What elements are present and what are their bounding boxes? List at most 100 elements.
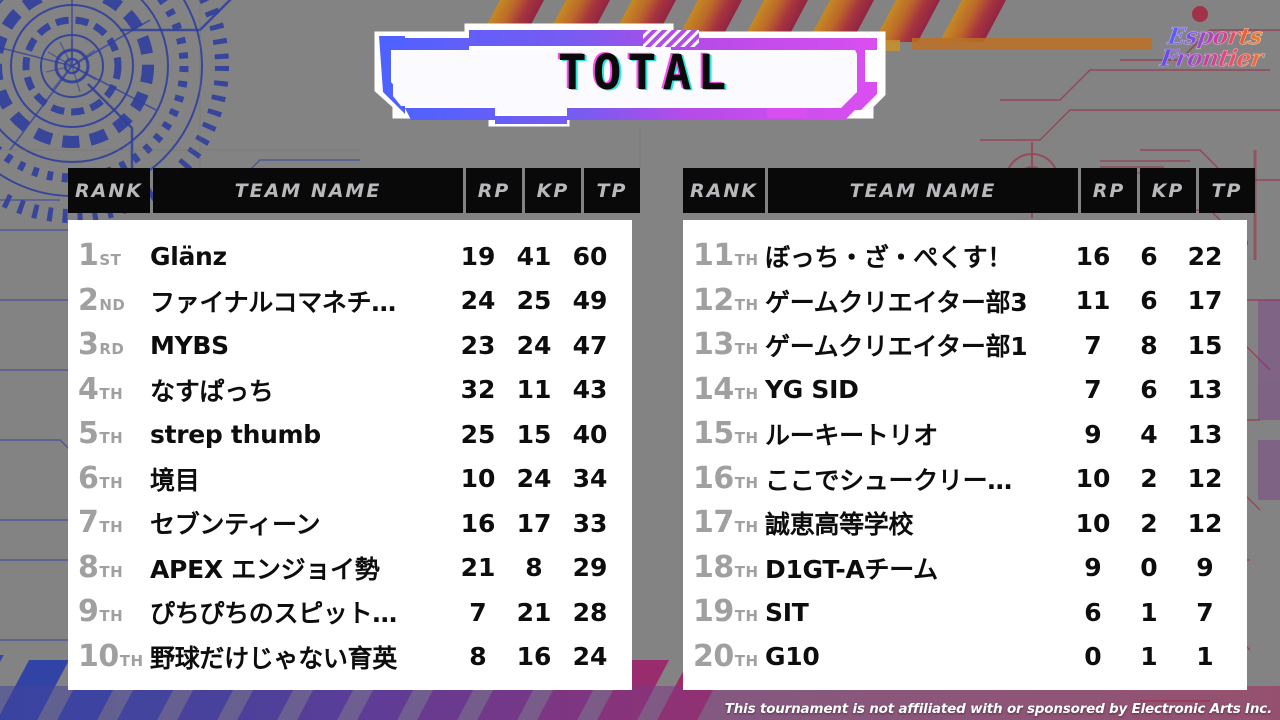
team-name-cell: APEX エンジョイ勢 bbox=[150, 554, 380, 584]
column-header-kp: KP bbox=[525, 168, 581, 213]
team-name-cell: ゲームクリエイター部1 bbox=[765, 332, 1028, 362]
rp-cell: 6 bbox=[1084, 597, 1102, 627]
rank-cell: 18 TH bbox=[693, 552, 765, 583]
rp-cell: 32 bbox=[460, 375, 496, 405]
team-name-cell: ルーキートリオ bbox=[765, 421, 938, 451]
team-name-cell: 境目 bbox=[150, 465, 200, 495]
leaderboard-right: RANK TEAM NAME RP KP TP 11 TH ぼっち・ざ・ぺくす！ 16… bbox=[683, 168, 1255, 690]
rp-cell: 19 bbox=[460, 241, 496, 271]
tp-cell: 13 bbox=[1187, 375, 1223, 405]
rank-cell: 8 TH bbox=[78, 549, 150, 585]
rp-cell: 7 bbox=[1084, 375, 1102, 405]
tp-cell: 28 bbox=[572, 597, 608, 627]
rank-ordinal: TH bbox=[99, 518, 124, 537]
rank-number: 15 bbox=[693, 416, 734, 452]
kp-cell: 8 bbox=[525, 553, 543, 583]
disclaimer-text: This tournament is not affiliated with o… bbox=[724, 701, 1272, 717]
tp-cell: 47 bbox=[572, 330, 608, 360]
rank-ordinal: TH bbox=[734, 340, 759, 359]
rank-number: 1 bbox=[78, 238, 99, 274]
kp-cell: 6 bbox=[1140, 375, 1158, 405]
rank-cell: 9 TH bbox=[78, 597, 150, 627]
team-name-cell: ぴちぴちのスピット… bbox=[150, 599, 398, 629]
rank-cell: 14 TH bbox=[693, 374, 765, 405]
table-row: 14 TH YG SID 7 6 13 bbox=[683, 368, 1247, 413]
rank-number: 9 bbox=[78, 594, 99, 630]
rank-ordinal: TH bbox=[734, 518, 759, 537]
rank-ordinal: TH bbox=[734, 562, 759, 581]
tp-cell: 22 bbox=[1187, 241, 1223, 271]
rp-cell: 7 bbox=[1084, 330, 1102, 360]
rank-ordinal: TH bbox=[99, 607, 124, 626]
rp-cell: 16 bbox=[1075, 241, 1111, 271]
rank-ordinal: TH bbox=[734, 251, 759, 270]
rp-cell: 23 bbox=[460, 330, 496, 360]
tp-cell: 17 bbox=[1187, 286, 1223, 316]
table-row: 8 TH APEX エンジョイ勢 21 8 29 bbox=[68, 546, 632, 591]
rp-cell: 7 bbox=[469, 597, 487, 627]
tp-cell: 29 bbox=[572, 553, 608, 583]
rank-cell: 15 TH bbox=[693, 419, 765, 449]
kp-cell: 24 bbox=[516, 464, 552, 494]
rp-cell: 9 bbox=[1084, 419, 1102, 449]
rank-ordinal: ST bbox=[99, 251, 122, 270]
rp-cell: 10 bbox=[1075, 508, 1111, 538]
kp-cell: 24 bbox=[516, 330, 552, 360]
rp-cell: 8 bbox=[469, 642, 487, 672]
kp-cell: 21 bbox=[516, 597, 552, 627]
rank-number: 12 bbox=[693, 282, 734, 318]
rank-cell: 6 TH bbox=[78, 463, 150, 494]
team-name-cell: G10 bbox=[765, 642, 820, 672]
team-name-cell: ファイナルコマネチ… bbox=[150, 287, 397, 317]
table-row: 9 TH ぴちぴちのスピット… 7 21 28 bbox=[68, 590, 632, 635]
column-header-team-name: TEAM NAME bbox=[153, 168, 463, 213]
rank-ordinal: TH bbox=[734, 607, 759, 626]
team-name-cell: 誠恵高等学校 bbox=[765, 510, 914, 540]
rank-number: 10 bbox=[78, 638, 119, 674]
table-row: 18 TH D1GT-Aチーム 9 0 9 bbox=[683, 546, 1247, 591]
rank-number: 13 bbox=[693, 327, 734, 363]
rank-ordinal: TH bbox=[99, 429, 124, 448]
team-name-cell: ぼっち・ざ・ぺくす！ bbox=[765, 243, 1013, 273]
tp-cell: 60 bbox=[572, 241, 608, 271]
rank-cell: 17 TH bbox=[693, 508, 765, 538]
rp-cell: 9 bbox=[1084, 553, 1102, 583]
tp-cell: 43 bbox=[572, 375, 608, 405]
table-row: 2 ND ファイナルコマネチ… 24 25 49 bbox=[68, 279, 632, 324]
rank-ordinal: TH bbox=[99, 473, 124, 492]
kp-cell: 1 bbox=[1140, 642, 1158, 672]
column-header-rp: RP bbox=[1081, 168, 1137, 213]
rank-cell: 3 RD bbox=[78, 330, 150, 360]
column-header-kp: KP bbox=[1140, 168, 1196, 213]
rp-cell: 0 bbox=[1084, 642, 1102, 672]
page-title: TOTAL bbox=[557, 45, 733, 101]
kp-cell: 1 bbox=[1140, 597, 1158, 627]
rank-number: 4 bbox=[78, 371, 99, 407]
rank-ordinal: TH bbox=[734, 384, 759, 403]
table-row: 10 TH 野球だけじゃない育英 8 16 24 bbox=[68, 635, 632, 680]
team-name-cell: ゲームクリエイター部3 bbox=[765, 287, 1028, 317]
table-row: 5 TH strep thumb 25 15 40 bbox=[68, 412, 632, 457]
kp-cell: 41 bbox=[516, 241, 552, 271]
rank-number: 16 bbox=[693, 460, 734, 496]
rank-number: 8 bbox=[78, 549, 99, 585]
kp-cell: 11 bbox=[516, 375, 552, 405]
rank-cell: 2 ND bbox=[78, 285, 150, 316]
column-header-rank: RANK bbox=[683, 168, 765, 213]
table-row: 6 TH 境目 10 24 34 bbox=[68, 457, 632, 502]
team-name-cell: YG SID bbox=[765, 375, 859, 405]
team-name-cell: Glänz bbox=[150, 241, 227, 271]
table-row: 13 TH ゲームクリエイター部1 7 8 15 bbox=[683, 323, 1247, 368]
tp-cell: 12 bbox=[1187, 464, 1223, 494]
rank-ordinal: TH bbox=[119, 651, 144, 670]
rank-ordinal: TH bbox=[99, 384, 124, 403]
rank-ordinal: ND bbox=[99, 295, 126, 314]
rank-ordinal: TH bbox=[734, 295, 759, 314]
column-header-team-name: TEAM NAME bbox=[768, 168, 1078, 213]
rank-number: 5 bbox=[78, 416, 99, 452]
team-name-cell: SIT bbox=[765, 597, 809, 627]
tp-cell: 49 bbox=[572, 286, 608, 316]
rank-cell: 10 TH bbox=[78, 638, 150, 674]
rank-ordinal: TH bbox=[99, 562, 124, 581]
table-row: 19 TH SIT 6 1 7 bbox=[683, 590, 1247, 635]
